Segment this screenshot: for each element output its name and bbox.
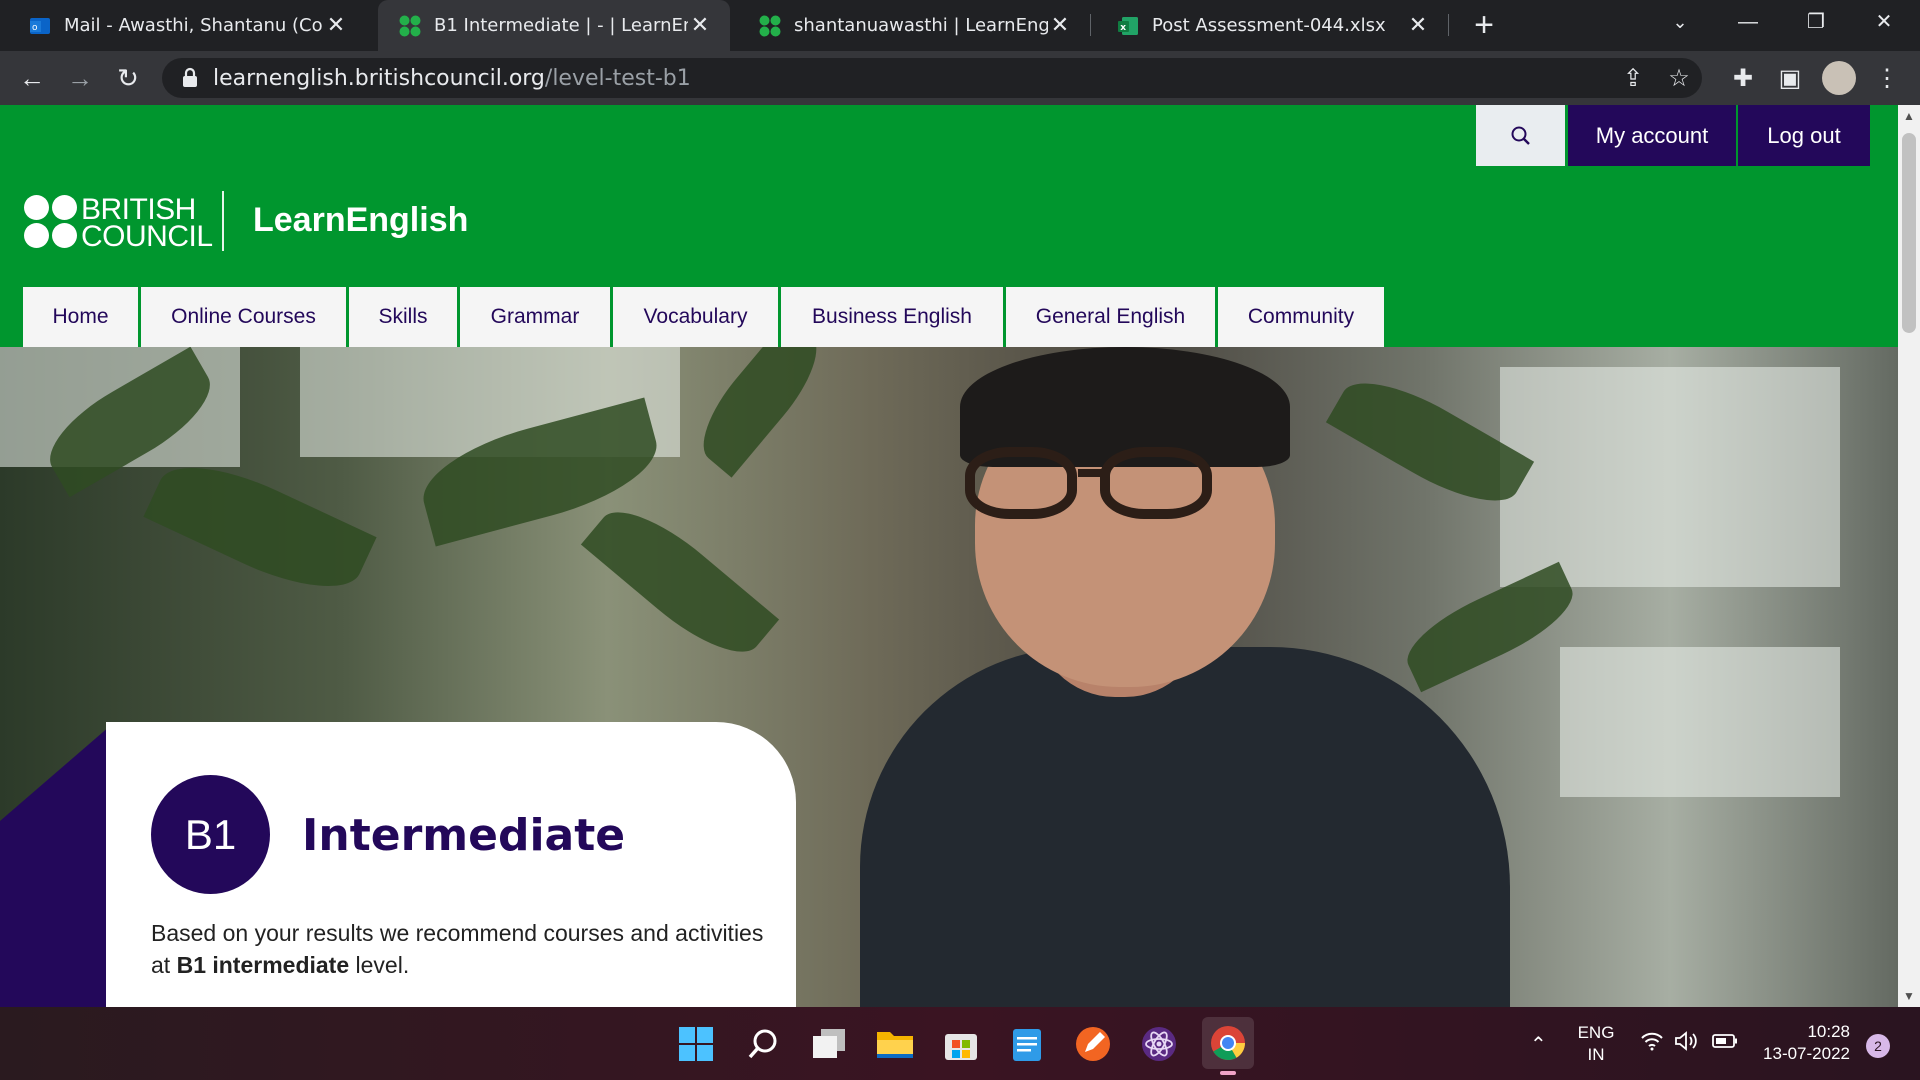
nav-vocabulary[interactable]: Vocabulary: [613, 287, 778, 347]
scroll-down-icon[interactable]: ▼: [1898, 985, 1920, 1007]
logo-word-2: COUNCIL: [81, 220, 213, 253]
tab-title: Post Assessment-044.xlsx: [1152, 15, 1386, 36]
language-code: ENG: [1577, 1023, 1615, 1042]
site-name-link[interactable]: LearnEnglish: [253, 201, 468, 240]
notepad-icon[interactable]: [1004, 1021, 1050, 1067]
clock[interactable]: 10:28 13-07-2022: [1752, 1021, 1850, 1065]
search-icon: [1511, 126, 1530, 145]
excel-icon: x: [1118, 16, 1138, 35]
browser-toolbar: ← → ↻ learnenglish.britishcouncil.org/le…: [0, 51, 1920, 105]
tab-title: Mail - Awasthi, Shantanu (Contra: [64, 15, 324, 36]
microsoft-store-icon[interactable]: [938, 1021, 984, 1067]
profile-avatar[interactable]: [1822, 61, 1856, 95]
windows-taskbar: ⌃ ENG IN 10:28 13-07-2022: [0, 1007, 1920, 1080]
task-view-icon[interactable]: [806, 1021, 852, 1067]
recommendation-text: Based on your results we recommend cours…: [151, 917, 771, 981]
site-header: My account Log out BRITISH COUNCIL Learn…: [0, 105, 1898, 347]
url-text: learnenglish.britishcouncil.org/level-te…: [213, 66, 691, 91]
close-tab-icon[interactable]: ✕: [324, 13, 348, 38]
notification-badge[interactable]: 2: [1866, 1034, 1890, 1058]
chrome-icon[interactable]: [1202, 1017, 1254, 1075]
british-council-icon: [759, 15, 781, 36]
windows-start-icon[interactable]: [673, 1021, 719, 1067]
url-path: /level-test-b1: [544, 66, 691, 91]
recommendation-text-end: level.: [349, 952, 410, 978]
british-council-logo[interactable]: BRITISH COUNCIL: [24, 193, 213, 252]
scroll-up-icon[interactable]: ▲: [1898, 105, 1920, 127]
volume-icon[interactable]: [1674, 1031, 1700, 1057]
nav-community[interactable]: Community: [1218, 287, 1384, 347]
back-icon[interactable]: ←: [14, 60, 50, 96]
pencil-app-icon[interactable]: [1070, 1021, 1116, 1067]
level-badge: B1: [151, 775, 270, 894]
side-panel-icon[interactable]: ▣: [1775, 64, 1805, 94]
clock-time: 10:28: [1807, 1022, 1850, 1041]
tab-separator: [1090, 14, 1091, 36]
bookmark-star-icon[interactable]: ☆: [1666, 66, 1692, 92]
close-window-icon[interactable]: ✕: [1850, 0, 1918, 44]
new-tab-icon[interactable]: +: [1466, 8, 1502, 44]
tab-excel[interactable]: x Post Assessment-044.xlsx ✕: [1096, 0, 1448, 51]
lock-icon[interactable]: [180, 67, 200, 89]
show-hidden-icons-icon[interactable]: ⌃: [1530, 1034, 1547, 1056]
recommendation-level: B1 intermediate: [176, 952, 350, 978]
page-scrollbar[interactable]: ▲ ▼: [1898, 105, 1920, 1007]
close-tab-icon[interactable]: ✕: [1406, 13, 1430, 38]
clock-date: 13-07-2022: [1763, 1044, 1850, 1063]
tab-separator: [1448, 14, 1449, 36]
level-title: Intermediate: [302, 810, 626, 861]
chrome-menu-icon[interactable]: ⋮: [1872, 64, 1902, 94]
atom-icon[interactable]: [1136, 1021, 1182, 1067]
outlook-icon: o: [30, 17, 50, 34]
tab-search-icon[interactable]: ⌄: [1646, 0, 1714, 44]
restore-icon[interactable]: ❐: [1782, 0, 1850, 44]
nav-general-english[interactable]: General English: [1006, 287, 1215, 347]
address-bar[interactable]: learnenglish.britishcouncil.org/level-te…: [162, 58, 1702, 98]
minimize-icon[interactable]: —: [1714, 0, 1782, 44]
tab-mail[interactable]: o Mail - Awasthi, Shantanu (Contra ✕: [8, 0, 366, 51]
web-page: My account Log out BRITISH COUNCIL Learn…: [0, 105, 1898, 1007]
my-account-button[interactable]: My account: [1568, 105, 1736, 166]
search-icon[interactable]: [740, 1021, 786, 1067]
logo-word-1: BRITISH: [81, 193, 196, 226]
region-code: IN: [1587, 1045, 1605, 1064]
language-indicator[interactable]: ENG IN: [1572, 1022, 1620, 1066]
nav-business-english[interactable]: Business English: [781, 287, 1003, 347]
wifi-icon[interactable]: [1640, 1031, 1664, 1057]
reload-icon[interactable]: ↻: [110, 60, 146, 96]
scrollbar-thumb[interactable]: [1902, 133, 1916, 333]
main-navigation: Home Online Courses Skills Grammar Vocab…: [23, 287, 1384, 347]
tab-b1-intermediate[interactable]: B1 Intermediate | - | LearnEnglish ✕: [378, 0, 730, 51]
extensions-icon[interactable]: ✚: [1728, 64, 1758, 94]
share-icon[interactable]: ⇪: [1620, 66, 1646, 92]
british-council-icon: [399, 15, 421, 36]
close-tab-icon[interactable]: ✕: [688, 13, 712, 38]
svg-text:x: x: [1120, 23, 1126, 33]
svg-text:o: o: [32, 23, 38, 33]
person-figure: [860, 647, 1510, 1007]
nav-grammar[interactable]: Grammar: [460, 287, 610, 347]
site-search-button[interactable]: [1476, 105, 1565, 166]
nav-online-courses[interactable]: Online Courses: [141, 287, 346, 347]
nav-home[interactable]: Home: [23, 287, 138, 347]
browser-tab-strip: o Mail - Awasthi, Shantanu (Contra ✕ B1 …: [0, 0, 1920, 51]
file-explorer-icon[interactable]: [872, 1021, 918, 1067]
tab-title: B1 Intermediate | - | LearnEnglish: [434, 15, 688, 36]
nav-skills[interactable]: Skills: [349, 287, 457, 347]
logo-dots-icon: [24, 195, 78, 249]
tab-title: shantanuawasthi | LearnEnglish: [794, 15, 1048, 36]
close-tab-icon[interactable]: ✕: [1048, 13, 1072, 38]
url-domain: learnenglish.britishcouncil.org: [213, 66, 545, 91]
log-out-button[interactable]: Log out: [1738, 105, 1870, 166]
logo-divider: [222, 191, 224, 251]
forward-icon[interactable]: →: [62, 60, 98, 96]
tab-profile[interactable]: shantanuawasthi | LearnEnglish ✕: [738, 0, 1090, 51]
battery-icon[interactable]: [1712, 1033, 1738, 1055]
